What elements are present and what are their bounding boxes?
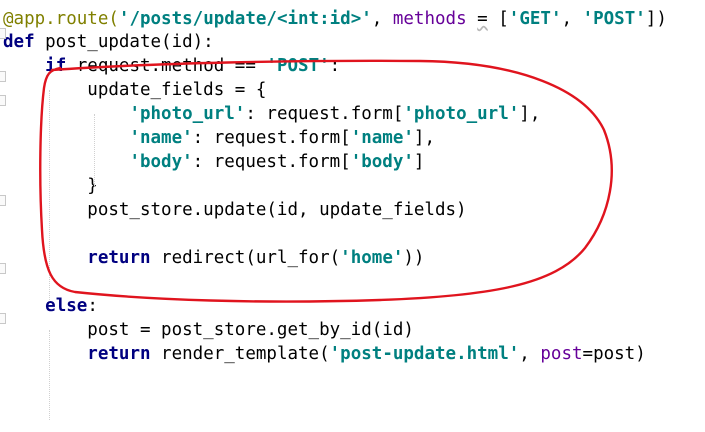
code-token: post = post_store.get_by_id(id) bbox=[3, 320, 414, 340]
code-token: ]) bbox=[645, 9, 667, 29]
string-token: 'POST' bbox=[266, 56, 330, 76]
code-token: ], bbox=[413, 128, 435, 148]
code-token: )) bbox=[403, 248, 425, 268]
fold-marker-icon[interactable] bbox=[0, 71, 6, 82]
code-token: } bbox=[3, 176, 98, 196]
string-token: 'GET' bbox=[508, 9, 562, 29]
code-token: post_store.update(id, update_fields) bbox=[3, 200, 467, 220]
code-token: =post) bbox=[582, 344, 646, 364]
code-token: ] bbox=[413, 152, 425, 172]
code-line[interactable]: update_fields = { bbox=[3, 78, 266, 102]
string-token: 'POST' bbox=[582, 9, 646, 29]
code-line[interactable]: 'photo_url': request.form['photo_url'], bbox=[3, 102, 540, 126]
fold-marker-icon[interactable] bbox=[0, 263, 6, 274]
string-token: 'photo_url' bbox=[403, 104, 520, 124]
code-token: render_template( bbox=[150, 344, 330, 364]
keyword-token: return bbox=[87, 248, 151, 268]
code-token: : request.form[ bbox=[192, 128, 351, 148]
code-line[interactable]: else: bbox=[3, 294, 98, 318]
fold-marker-icon[interactable] bbox=[0, 313, 6, 324]
code-token: : bbox=[87, 296, 98, 316]
indent-guide bbox=[49, 330, 50, 420]
fold-marker-icon[interactable] bbox=[0, 95, 6, 106]
code-token: = bbox=[477, 9, 488, 29]
code-line[interactable]: 'body': request.form['body'] bbox=[3, 150, 424, 174]
string-token: '/posts/update/<int:id>' bbox=[118, 9, 372, 29]
decorator-token: @app.route( bbox=[3, 9, 119, 29]
parameter-token: methods bbox=[392, 9, 467, 29]
string-token: 'body' bbox=[129, 152, 193, 172]
code-token: ], bbox=[519, 104, 541, 124]
code-token: update_fields = { bbox=[3, 80, 267, 100]
code-line[interactable]: def post_update(id): bbox=[3, 30, 214, 54]
code-token: : request.form[ bbox=[192, 152, 351, 172]
indent-guide bbox=[94, 114, 95, 186]
code-line[interactable]: post_store.update(id, update_fields) bbox=[3, 198, 467, 222]
string-token: 'home' bbox=[340, 248, 404, 268]
code-line[interactable]: return redirect(url_for('home')) bbox=[3, 246, 424, 270]
code-token: request.method == bbox=[66, 56, 267, 76]
code-line[interactable]: return render_template('post-update.html… bbox=[3, 342, 646, 366]
string-token: 'post-update.html' bbox=[329, 344, 520, 364]
keyword-token: return bbox=[87, 344, 151, 364]
string-token: 'body' bbox=[350, 152, 414, 172]
code-token: , bbox=[371, 9, 393, 29]
code-line[interactable]: @app.route('/posts/update/<int:id>', met… bbox=[3, 7, 667, 31]
string-token: 'name' bbox=[129, 128, 193, 148]
keyword-token: else bbox=[45, 296, 88, 316]
string-token: 'name' bbox=[350, 128, 414, 148]
code-line[interactable]: if request.method == 'POST': bbox=[3, 54, 340, 78]
fold-marker-icon[interactable] bbox=[0, 28, 6, 39]
code-line[interactable]: 'name': request.form['name'], bbox=[3, 126, 435, 150]
indent-guide bbox=[49, 90, 50, 300]
code-token: , bbox=[519, 344, 541, 364]
code-line[interactable]: } bbox=[3, 174, 98, 198]
parameter-token: post bbox=[540, 344, 583, 364]
code-token: : bbox=[329, 56, 341, 76]
string-token: 'photo_url' bbox=[129, 104, 246, 124]
code-token: , bbox=[561, 9, 583, 29]
fold-marker-icon[interactable] bbox=[0, 195, 6, 206]
code-token: [ bbox=[487, 9, 509, 29]
code-token: : request.form[ bbox=[245, 104, 404, 124]
code-line[interactable]: post = post_store.get_by_id(id) bbox=[3, 318, 414, 342]
code-editor[interactable]: @app.route('/posts/update/<int:id>', met… bbox=[0, 0, 705, 432]
keyword-token: if bbox=[45, 56, 67, 76]
keyword-token: def bbox=[3, 32, 35, 52]
code-token: redirect(url_for( bbox=[150, 248, 341, 268]
code-token: post_update(id): bbox=[34, 32, 214, 52]
